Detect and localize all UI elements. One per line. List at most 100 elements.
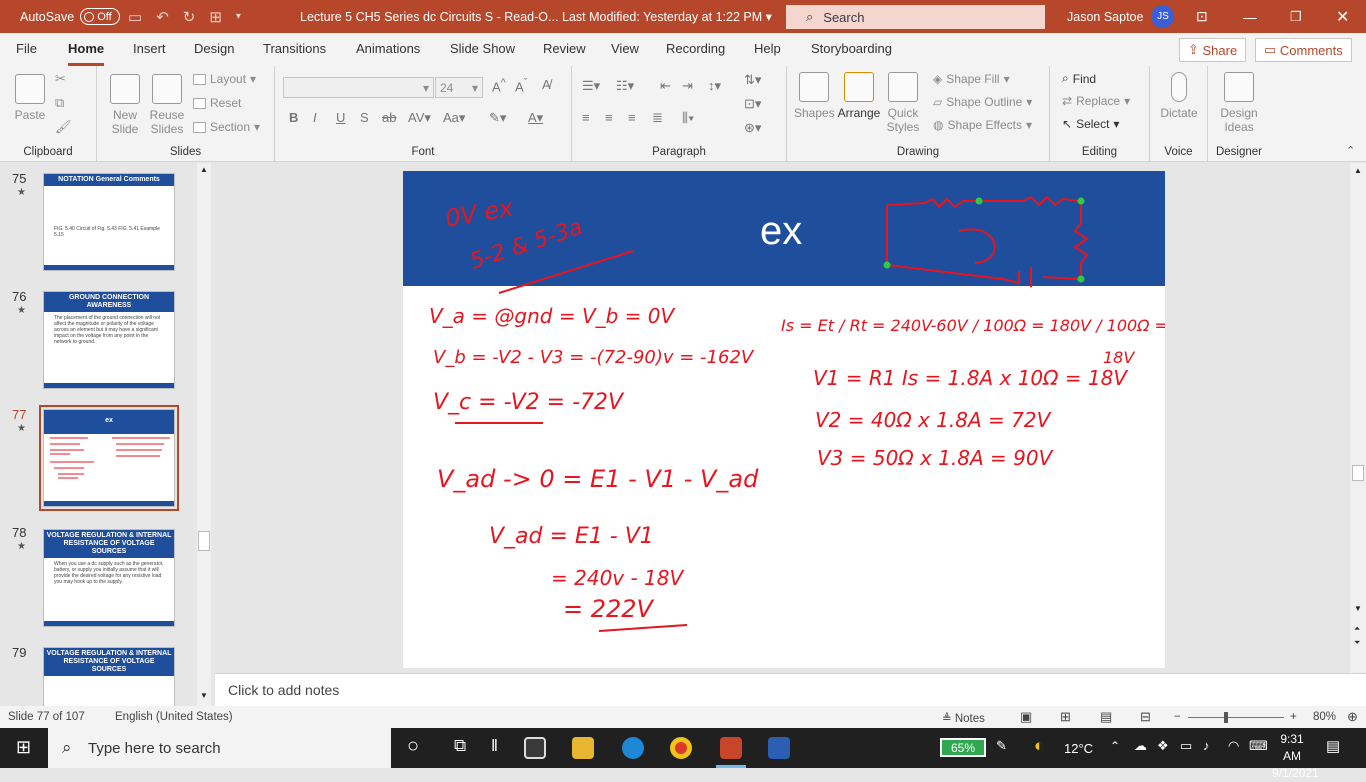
tab-review[interactable]: Review — [543, 41, 586, 56]
thumbnail-slide-78[interactable]: VOLTAGE REGULATION & INTERNAL RESISTANCE… — [43, 529, 175, 627]
notes-placeholder[interactable]: Click to add notes — [228, 682, 339, 698]
autosave-toggle[interactable]: Off — [80, 8, 121, 25]
volume-icon[interactable]: ♪ — [1203, 738, 1210, 753]
scroll-down-icon[interactable]: ▼ — [1354, 604, 1362, 613]
fit-slide-icon[interactable]: ⊕ — [1347, 709, 1358, 725]
notes-toggle[interactable]: ≜ Notes — [942, 711, 985, 725]
slide-scrollbar[interactable]: ▲ ▼ ⏶ ⏷ — [1350, 163, 1366, 673]
tab-transitions[interactable]: Transitions — [263, 41, 326, 56]
save-icon[interactable]: ▭ — [128, 8, 142, 26]
edge-icon[interactable] — [622, 737, 644, 759]
decrease-font-icon[interactable]: Aˇ — [515, 77, 527, 94]
dictate-button[interactable]: Dictate — [1159, 72, 1199, 120]
scroll-thumb[interactable] — [198, 531, 210, 551]
ribbon-display-icon[interactable]: ⊡ — [1196, 0, 1208, 33]
notifications-icon[interactable]: ▤ — [1326, 737, 1340, 755]
thumbnail-slide-79[interactable]: VOLTAGE REGULATION & INTERNAL RESISTANCE… — [43, 647, 175, 707]
normal-view-icon[interactable]: ▣ — [1020, 709, 1032, 725]
keyboard-icon[interactable]: ⌨ — [1249, 738, 1268, 754]
slideshow-view-icon[interactable]: ⊟ — [1140, 709, 1151, 725]
highlight-icon[interactable]: ✎▾ — [489, 110, 506, 126]
font-size-dropdown[interactable]: 24 ▾ — [435, 77, 483, 98]
bold-icon[interactable]: B — [289, 110, 298, 125]
thumbnail-slide-76[interactable]: GROUND CONNECTION AWARENESS The placemen… — [43, 291, 175, 389]
zoom-in-icon[interactable]: + — [1290, 711, 1297, 723]
slide-sorter-icon[interactable]: ⊞ — [1060, 709, 1071, 725]
chrome-icon[interactable] — [670, 737, 692, 759]
next-slide-icon[interactable]: ⏷ — [1354, 638, 1360, 648]
justify-icon[interactable]: ≣ — [652, 110, 663, 126]
format-painter-icon[interactable]: 🖌 — [55, 120, 72, 134]
tab-recording[interactable]: Recording — [666, 41, 725, 56]
zoom-slider[interactable] — [1188, 712, 1284, 723]
reset-button[interactable]: Reset — [193, 96, 241, 110]
copy-icon[interactable]: ⧉ — [55, 96, 64, 110]
pen-icon[interactable]: ✎ — [996, 738, 1007, 754]
thumbnail-slide-75[interactable]: NOTATION General Comments FIG. 5.40 Circ… — [43, 173, 175, 271]
decrease-indent-icon[interactable]: ⇤ — [660, 78, 671, 94]
shape-outline-button[interactable]: ▱ Shape Outline ▾ — [933, 95, 1032, 109]
italic-icon[interactable]: I — [313, 110, 317, 125]
quick-styles-button[interactable]: Quick Styles — [883, 72, 923, 134]
tray-chevron-icon[interactable]: ⌃ — [1110, 739, 1120, 753]
cortana-icon[interactable]: ○ — [407, 735, 419, 758]
increase-indent-icon[interactable]: ⇥ — [682, 78, 693, 94]
comments-button[interactable]: ▭ Comments — [1255, 38, 1352, 62]
new-slide-button[interactable]: New Slide — [107, 74, 143, 136]
align-text-icon[interactable]: ⊡▾ — [744, 96, 761, 112]
dropbox-icon[interactable]: ❖ — [1157, 738, 1169, 754]
font-family-dropdown[interactable]: ▾ — [283, 77, 434, 98]
wifi-icon[interactable]: ◠ — [1228, 738, 1239, 754]
language[interactable]: English (United States) — [115, 711, 233, 723]
reading-view-icon[interactable]: ▤ — [1100, 709, 1112, 725]
file-explorer-icon[interactable] — [572, 737, 594, 759]
tab-slide-show[interactable]: Slide Show — [450, 41, 515, 56]
tab-file[interactable]: File — [16, 41, 37, 56]
word-icon[interactable] — [768, 737, 790, 759]
columns-icon[interactable]: ⫼▾ — [682, 110, 694, 126]
tab-animations[interactable]: Animations — [356, 41, 420, 56]
restore-icon[interactable]: ❐ — [1290, 0, 1302, 33]
zoom-out-icon[interactable]: − — [1174, 711, 1181, 723]
customize-icon[interactable]: ▾ — [236, 11, 241, 22]
minimize-icon[interactable]: — — [1243, 0, 1257, 33]
bullets-icon[interactable]: ☰▾ — [582, 78, 600, 94]
network-icon[interactable]: ▭ — [1180, 738, 1192, 754]
thumbnail-slide-77[interactable]: ex — [39, 405, 179, 511]
find-button[interactable]: ⌕ Find — [1062, 71, 1096, 86]
clear-format-icon[interactable]: A̸ — [542, 77, 551, 92]
underline-icon[interactable]: U — [336, 110, 345, 125]
task-view-icon[interactable]: ⧉ — [454, 736, 466, 756]
battery-indicator[interactable]: 65% — [940, 738, 986, 757]
char-spacing-icon[interactable]: AV▾ — [408, 110, 431, 126]
shadow-icon[interactable]: S — [360, 110, 369, 125]
arrange-button[interactable]: Arrange — [837, 72, 881, 120]
store-icon[interactable] — [524, 737, 546, 759]
zoom-level[interactable]: 80% — [1313, 711, 1336, 723]
autosave[interactable]: AutoSave Off — [20, 0, 121, 33]
align-center-icon[interactable]: ≡ — [605, 110, 613, 125]
close-icon[interactable]: ✕ — [1336, 0, 1349, 33]
change-case-icon[interactable]: Aa▾ — [443, 110, 465, 126]
layout-button[interactable]: Layout ▾ — [193, 72, 256, 86]
line-spacing-icon[interactable]: ↕▾ — [708, 78, 721, 94]
present-icon[interactable]: ⊞ — [209, 8, 222, 26]
section-button[interactable]: Section ▾ — [193, 120, 260, 134]
search-input[interactable]: ⌕ Search — [786, 5, 1045, 29]
account[interactable]: Jason Saptoe JS — [1067, 0, 1175, 33]
cut-icon[interactable]: ✂ — [55, 72, 66, 86]
shape-effects-button[interactable]: ◍ Shape Effects ▾ — [933, 118, 1032, 132]
tab-insert[interactable]: Insert — [133, 41, 166, 56]
share-button[interactable]: ⇪ Share — [1179, 38, 1247, 62]
weather-icon[interactable]: ◐ — [1034, 736, 1044, 756]
taskbar-search-input[interactable]: ⌕ Type here to search — [48, 728, 391, 768]
strikethrough-icon[interactable]: ab — [382, 110, 396, 125]
reuse-slides-button[interactable]: Reuse Slides — [149, 74, 185, 136]
scroll-thumb[interactable] — [1352, 465, 1364, 481]
previous-slide-icon[interactable]: ⏶ — [1354, 624, 1360, 634]
scroll-down-icon[interactable]: ▼ — [200, 691, 208, 700]
powerpoint-icon[interactable] — [720, 737, 742, 759]
thumbnail-scrollbar[interactable]: ▲ ▼ — [197, 163, 211, 706]
font-color-icon[interactable]: A▾ — [528, 110, 543, 126]
shape-fill-button[interactable]: ◈ Shape Fill ▾ — [933, 72, 1010, 86]
